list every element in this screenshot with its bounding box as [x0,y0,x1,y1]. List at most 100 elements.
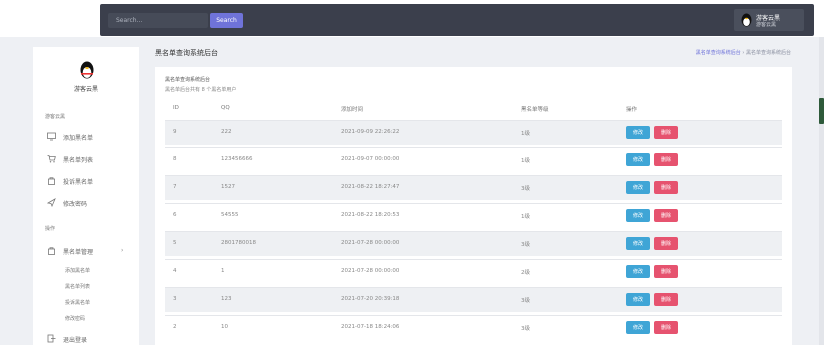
sidebar-section-label: 操作 [45,226,56,232]
qq-penguin-icon [741,13,752,27]
column-header-actions: 操作 [626,107,638,113]
cell-id: 4 [173,268,177,274]
cell-time: 2021-08-22 18:27:47 [341,184,400,190]
table-row: 6 54555 2021-08-22 18:20:53 1级 修改 删除 [165,203,782,228]
card-title: 黑名单查询系统后台 [165,77,211,83]
cell-level: 1级 [521,158,530,164]
sidebar-item-label: 投诉黑名单 [63,179,94,186]
delete-button[interactable]: 删除 [654,181,678,194]
breadcrumb: 黑名单查询系统后台 › 黑名单查询系统后台 [696,49,791,56]
cell-level: 1级 [521,131,530,137]
cell-level: 2级 [521,270,530,276]
table-row: 3 123 2021-07-20 20:39:18 3级 修改 删除 [165,287,782,312]
sidebar-brand: 游客云黑 [73,86,98,93]
table-row: 7 1527 2021-08-22 18:27:47 3级 修改 删除 [165,175,782,200]
cell-id: 7 [173,184,177,190]
search-button[interactable]: Search [210,13,243,28]
delete-button[interactable]: 删除 [654,265,678,278]
sidebar-item-logout[interactable]: 退出登录 [47,333,137,345]
cell-qq: 2801780018 [221,240,256,246]
cart-icon [47,155,56,163]
send-icon [47,198,56,207]
cell-qq: 1 [221,268,225,274]
table-row: 2 10 2021-07-18 18:24:06 3级 修改 删除 [165,315,782,340]
cell-qq: 54555 [221,212,239,218]
cell-time: 2021-07-28 00:00:00 [341,268,400,274]
cell-time: 2021-08-22 18:20:53 [341,212,400,218]
edit-button[interactable]: 修改 [626,237,650,250]
breadcrumb-current: 黑名单查询系统后台 [745,50,791,56]
breadcrumb-separator: › [742,50,745,56]
edit-button[interactable]: 修改 [626,181,650,194]
page-title: 黑名单查询系统后台 [155,49,218,57]
sidebar-item-blacklist[interactable]: 黑名单列表 [47,153,137,165]
sidebar-item-label: 黑名单列表 [63,157,94,164]
cell-time: 2021-07-28 00:00:00 [341,240,400,246]
sidebar-item-label: 退出登录 [63,337,88,344]
search-input[interactable] [116,13,206,28]
cell-time: 2021-07-18 18:24:06 [341,324,400,330]
cell-time: 2021-07-20 20:39:18 [341,296,400,302]
cell-level: 3级 [521,242,530,248]
sidebar-item-change-password[interactable]: 修改密码 [47,197,137,209]
table-row: 8 123456666 2021-09-07 00:00:00 1级 修改 删除 [165,147,782,172]
cell-level: 1级 [521,214,530,220]
edit-button[interactable]: 修改 [626,265,650,278]
sidebar-menu-blacklist-manage[interactable]: 黑名单管理 › [47,245,137,257]
sidebar-item-add-blacklist[interactable]: 添加黑名单 [47,131,137,143]
cell-id: 5 [173,240,177,246]
sidebar-subitem-password[interactable]: 修改密码 [65,315,85,322]
sidebar-subitem-complaint[interactable]: 投诉黑名单 [65,299,90,306]
cell-level: 3级 [521,326,530,332]
sidebar-item-label: 添加黑名单 [63,135,94,142]
column-header-level: 黑名单等级 [521,107,549,113]
cell-level: 3级 [521,298,530,304]
column-header-time: 添加时间 [341,107,364,113]
sidebar-menu-label: 黑名单管理 [63,249,94,256]
scrollbar-thumb[interactable] [819,98,824,124]
table-row: 5 2801780018 2021-07-28 00:00:00 3级 修改 删除 [165,231,782,256]
sidebar-subitem-add[interactable]: 添加黑名单 [65,267,90,274]
sidebar-subitem-list[interactable]: 黑名单列表 [65,283,90,290]
edit-button[interactable]: 修改 [626,126,650,139]
edit-button[interactable]: 修改 [626,153,650,166]
cell-level: 3级 [521,186,530,192]
edit-button[interactable]: 修改 [626,321,650,334]
sidebar-item-label: 修改密码 [63,201,88,208]
sidebar-section-label: 游客云黑 [45,114,66,120]
cell-qq: 123 [221,296,232,302]
table-row: 4 1 2021-07-28 00:00:00 2级 修改 删除 [165,259,782,284]
logout-icon [47,334,56,343]
cell-id: 6 [173,212,177,218]
monitor-icon [47,132,56,141]
search-box[interactable] [108,13,208,28]
sidebar-item-complaint[interactable]: 投诉黑名单 [47,175,137,187]
delete-button[interactable]: 删除 [654,153,678,166]
delete-button[interactable]: 删除 [654,237,678,250]
delete-button[interactable]: 删除 [654,293,678,306]
delete-button[interactable]: 删除 [654,321,678,334]
cell-id: 3 [173,296,177,302]
user-menu[interactable]: 游客云黑 游客云黑 [734,9,804,31]
scrollbar-track[interactable] [819,37,824,345]
sidebar: 游客云黑 游客云黑 添加黑名单 黑名单列表 投诉黑名单 修改密码 操作 黑名单管… [33,47,139,345]
breadcrumb-link[interactable]: 黑名单查询系统后台 [696,50,741,56]
card-subtitle: 黑名单后台共有 8 个黑名单用户 [165,87,237,93]
bag-icon [48,177,55,185]
qq-penguin-logo-icon [80,61,94,79]
cell-id: 8 [173,156,177,162]
chevron-right-icon: › [121,247,124,254]
delete-button[interactable]: 删除 [654,126,678,139]
cell-time: 2021-09-09 22:26:22 [341,129,400,135]
cell-qq: 123456666 [221,156,253,162]
cell-qq: 222 [221,129,232,135]
edit-button[interactable]: 修改 [626,209,650,222]
column-header-id: ID [173,105,179,111]
cell-qq: 10 [221,324,228,330]
page-header: 黑名单查询系统后台 黑名单查询系统后台 › 黑名单查询系统后台 [145,40,805,64]
delete-button[interactable]: 删除 [654,209,678,222]
user-role: 游客云黑 [756,22,777,28]
cell-time: 2021-09-07 00:00:00 [341,156,400,162]
cell-id: 2 [173,324,177,330]
edit-button[interactable]: 修改 [626,293,650,306]
